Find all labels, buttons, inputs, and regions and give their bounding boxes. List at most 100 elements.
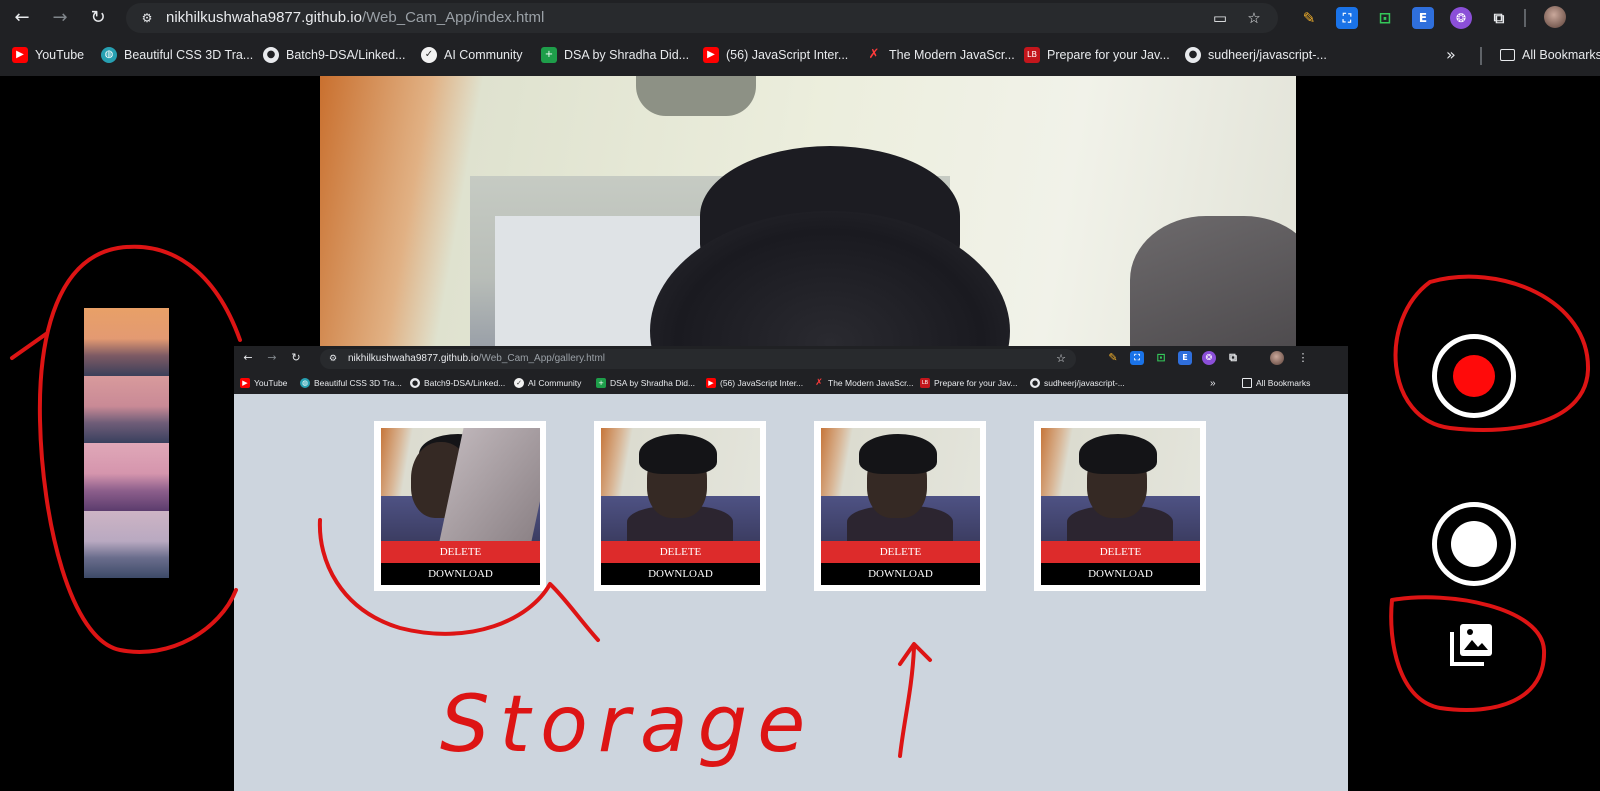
bookmark-javascript-interview[interactable]: ▶ (56) JavaScript Inter... bbox=[703, 45, 848, 65]
camera-in-use-icon[interactable]: ▭ bbox=[1210, 8, 1230, 28]
brain-extension-icon[interactable]: ❂ bbox=[1202, 351, 1216, 365]
url-text[interactable]: nikhilkushwaha9877.github.io/Web_Cam_App… bbox=[166, 9, 544, 27]
youtube-icon: ▶ bbox=[703, 47, 719, 63]
address-bar[interactable]: ⚙ nikhilkushwaha9877.github.io/Web_Cam_A… bbox=[126, 3, 1278, 33]
gallery-card: DELETE DOWNLOAD bbox=[594, 421, 766, 591]
filter-thumbnail-pink[interactable] bbox=[84, 375, 169, 443]
reload-icon[interactable]: ↻ bbox=[289, 351, 303, 365]
all-bookmarks-label: All Bookmarks bbox=[1522, 48, 1600, 62]
bookmark-label: AI Community bbox=[528, 378, 582, 388]
screen-capture-extension-icon[interactable]: ⛶ bbox=[1130, 351, 1144, 365]
gallery-address-bar[interactable]: ⚙ nikhilkushwaha9877.github.io/Web_Cam_A… bbox=[320, 349, 1076, 369]
url-path: /Web_Cam_App/gallery.html bbox=[478, 353, 606, 364]
bookmark-label: The Modern JavaScr... bbox=[889, 48, 1015, 62]
download-button[interactable]: DOWNLOAD bbox=[1041, 563, 1200, 585]
bookmark-css-3d[interactable]: ◍ Beautiful CSS 3D Tra... bbox=[300, 376, 402, 390]
delete-button[interactable]: DELETE bbox=[1041, 541, 1200, 563]
pencil-extension-icon[interactable]: ✎ bbox=[1106, 351, 1120, 365]
bookmark-youtube[interactable]: ▶ YouTube bbox=[240, 376, 287, 390]
bookmark-star-icon[interactable]: ☆ bbox=[1054, 352, 1068, 366]
bookmarks-bar: ▶ YouTube ◍ Beautiful CSS 3D Tra... ● Ba… bbox=[0, 36, 1600, 76]
gallery-url-text[interactable]: nikhilkushwaha9877.github.io/Web_Cam_App… bbox=[348, 352, 605, 366]
filter-thumbnail-blue[interactable] bbox=[84, 510, 169, 578]
bookmark-prepare-java[interactable]: LB Prepare for your Jav... bbox=[1024, 45, 1170, 65]
globe-icon: ◍ bbox=[300, 378, 310, 388]
bookmark-youtube[interactable]: ▶ YouTube bbox=[12, 45, 84, 65]
bookmark-prepare-java[interactable]: LB Prepare for your Jav... bbox=[920, 376, 1017, 390]
delete-button[interactable]: DELETE bbox=[601, 541, 760, 563]
extension-e-icon[interactable]: E bbox=[1412, 7, 1434, 29]
browser-menu-icon[interactable]: ⋮ bbox=[1296, 351, 1310, 365]
bookmark-ai-community[interactable]: ✓ AI Community bbox=[514, 376, 581, 390]
bookmarks-overflow-chevron-icon[interactable]: » bbox=[1210, 376, 1216, 390]
filter-thumbnail-magenta[interactable] bbox=[84, 443, 169, 511]
bookmark-modern-javascript[interactable]: ✗ The Modern JavaScr... bbox=[814, 376, 914, 390]
bookmark-label: sudheerj/javascript-... bbox=[1044, 378, 1125, 388]
bookmark-javascript-interview[interactable]: ▶ (56) JavaScript Inter... bbox=[706, 376, 803, 390]
bookmark-ai-community[interactable]: ✓ AI Community bbox=[421, 45, 523, 65]
delete-button[interactable]: DELETE bbox=[821, 541, 980, 563]
annotation-storage-text: Storage bbox=[440, 680, 816, 770]
download-button[interactable]: DOWNLOAD bbox=[821, 563, 980, 585]
forward-arrow-icon[interactable]: → bbox=[48, 6, 72, 30]
x-logo-icon: ✗ bbox=[868, 47, 880, 62]
photo-hair bbox=[859, 434, 937, 474]
bookmarks-overflow-chevron-icon[interactable]: » bbox=[1446, 45, 1456, 65]
bookmark-label: Beautiful CSS 3D Tra... bbox=[124, 48, 254, 62]
github-icon: ● bbox=[410, 378, 420, 388]
ai-community-icon: ✓ bbox=[514, 378, 524, 388]
url-host: nikhilkushwaha9877.github.io bbox=[166, 9, 362, 26]
forward-arrow-icon[interactable]: → bbox=[265, 351, 279, 365]
bookmark-label: The Modern JavaScr... bbox=[828, 378, 914, 388]
github-icon: ● bbox=[263, 47, 279, 63]
youtube-icon: ▶ bbox=[706, 378, 716, 388]
extensions-puzzle-icon[interactable]: ⧉ bbox=[1226, 351, 1240, 365]
back-arrow-icon[interactable]: ← bbox=[10, 6, 34, 30]
sheets-icon: + bbox=[541, 47, 557, 63]
annotation-tick-left bbox=[10, 332, 48, 360]
profile-avatar[interactable] bbox=[1270, 351, 1284, 365]
github-icon: ● bbox=[1185, 47, 1201, 63]
bookmark-label: (56) JavaScript Inter... bbox=[720, 378, 804, 388]
delete-button[interactable]: DELETE bbox=[381, 541, 540, 563]
bookmark-dsa-shradha[interactable]: + DSA by Shradha Did... bbox=[596, 376, 695, 390]
extensions-puzzle-icon[interactable]: ⧉ bbox=[1488, 7, 1510, 29]
download-button[interactable]: DOWNLOAD bbox=[381, 563, 540, 585]
bookmark-modern-javascript[interactable]: ✗ The Modern JavaScr... bbox=[866, 45, 1015, 65]
gallery-button[interactable] bbox=[1448, 620, 1496, 668]
download-button[interactable]: DOWNLOAD bbox=[601, 563, 760, 585]
bookmark-css-3d[interactable]: ◍ Beautiful CSS 3D Tra... bbox=[101, 45, 253, 65]
capture-button[interactable] bbox=[1432, 502, 1516, 586]
screen-capture-extension-icon[interactable]: ⛶ bbox=[1336, 7, 1358, 29]
bookmark-batch9-dsa[interactable]: ● Batch9-DSA/Linked... bbox=[263, 45, 406, 65]
lock-extension-icon[interactable]: ⊡ bbox=[1374, 7, 1396, 29]
pencil-extension-icon[interactable]: ✎ bbox=[1298, 7, 1320, 29]
bookmark-label: (56) JavaScript Inter... bbox=[726, 48, 849, 62]
bookmark-label: Beautiful CSS 3D Tra... bbox=[314, 378, 402, 388]
gallery-browser-toolbar: ← → ↻ ⚙ nikhilkushwaha9877.github.io/Web… bbox=[234, 346, 1348, 372]
back-arrow-icon[interactable]: ← bbox=[241, 351, 255, 365]
all-bookmarks-button[interactable]: All Bookmarks bbox=[1500, 45, 1600, 65]
extension-e-icon[interactable]: E bbox=[1178, 351, 1192, 365]
bookmark-batch9-dsa[interactable]: ● Batch9-DSA/Linked... bbox=[410, 376, 505, 390]
bookmark-sudheerj-javascript[interactable]: ● sudheerj/javascript-... bbox=[1030, 376, 1125, 390]
bookmark-star-icon[interactable]: ☆ bbox=[1244, 8, 1264, 28]
site-settings-icon[interactable]: ⚙ bbox=[326, 352, 340, 366]
all-bookmarks-button[interactable]: All Bookmarks bbox=[1242, 376, 1310, 390]
bookmark-label: Batch9-DSA/Linked... bbox=[424, 378, 506, 388]
site-settings-icon[interactable]: ⚙ bbox=[138, 9, 156, 27]
record-button[interactable] bbox=[1432, 334, 1516, 418]
gallery-photo bbox=[381, 428, 540, 541]
url-path: /Web_Cam_App/index.html bbox=[361, 9, 545, 26]
filter-thumbnail-orange[interactable] bbox=[84, 308, 169, 376]
photo-hair bbox=[639, 434, 717, 474]
bookmark-label: Prepare for your Jav... bbox=[934, 378, 1018, 388]
reload-icon[interactable]: ↻ bbox=[86, 6, 110, 30]
lock-extension-icon[interactable]: ⊡ bbox=[1154, 351, 1168, 365]
brain-extension-icon[interactable]: ❂ bbox=[1450, 7, 1472, 29]
sheets-icon: + bbox=[596, 378, 606, 388]
video-subject-hand bbox=[1130, 216, 1296, 346]
bookmark-dsa-shradha[interactable]: + DSA by Shradha Did... bbox=[541, 45, 689, 65]
profile-avatar[interactable] bbox=[1544, 6, 1566, 28]
bookmark-sudheerj-javascript[interactable]: ● sudheerj/javascript-... bbox=[1185, 45, 1327, 65]
